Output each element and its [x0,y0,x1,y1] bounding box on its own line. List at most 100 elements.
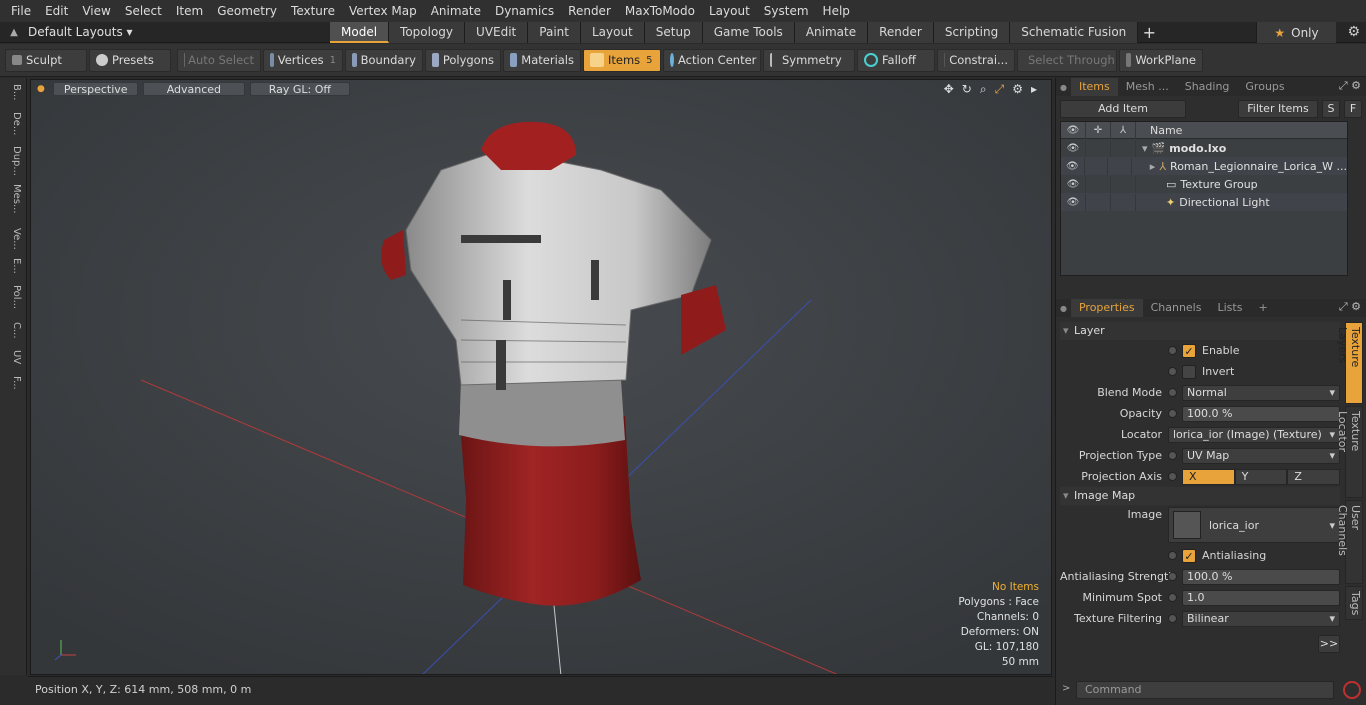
falloff-button[interactable]: Falloff [857,48,935,72]
side-tab-user-channels[interactable]: User Channels [1336,500,1363,584]
tree-row[interactable]: 👁 ✦ Directional Light [1061,193,1347,211]
eye-icon[interactable]: 👁 [1061,157,1085,175]
side-tab-tags[interactable]: Tags [1345,586,1363,620]
raygl-button[interactable]: Ray GL: Off [249,82,350,96]
f-button[interactable]: F [1344,100,1362,118]
s-button[interactable]: S [1322,100,1340,118]
tab-render[interactable]: Render [868,21,934,43]
left-tab-edge[interactable]: E... [4,258,22,274]
tab-groups[interactable]: Groups [1237,78,1292,96]
tab-lists[interactable]: Lists [1209,299,1250,317]
record-icon[interactable] [1343,681,1361,699]
menu-texture[interactable]: Texture [284,0,342,22]
default-layouts-dropdown[interactable]: Default Layouts ▾ [28,25,133,39]
opacity-field[interactable]: 100.0 % [1182,405,1340,422]
panel-gear-icon[interactable]: ⤢ ⚙ [1339,300,1361,314]
filter-items-button[interactable]: Filter Items [1238,100,1318,118]
image-map-section[interactable]: Image Map [1060,487,1340,505]
axis-y-button[interactable]: Y [1234,468,1288,485]
menu-vertex-map[interactable]: Vertex Map [342,0,424,22]
menu-item[interactable]: Item [169,0,210,22]
min-spot-field[interactable]: 1.0 [1182,589,1340,606]
expand-icon[interactable]: ▾ [1142,142,1148,155]
tab-channels[interactable]: Channels [1143,299,1210,317]
left-tab-mesh-edit[interactable]: Mes... [4,184,22,214]
tab-scripting[interactable]: Scripting [933,21,1011,43]
tab-shading[interactable]: Shading [1177,78,1238,96]
left-tab-curve[interactable]: C... [4,322,22,339]
perspective-button[interactable]: Perspective [52,82,138,96]
tab-schematic-fusion[interactable]: Schematic Fusion [1010,21,1139,43]
sculpt-button[interactable]: Sculpt [5,48,87,72]
left-tab-duplicate[interactable]: Dup... [4,146,22,176]
tab-model[interactable]: Model [330,21,390,43]
symmetry-button[interactable]: Symmetry [763,48,855,72]
items-button[interactable]: Items 5 [583,48,661,72]
boundary-button[interactable]: Boundary [345,48,423,72]
side-tab-texture-locator[interactable]: Texture Locator [1336,406,1363,498]
menu-layout[interactable]: Layout [702,0,757,22]
auto-select-button[interactable]: Auto Select [177,48,261,72]
constraints-button[interactable]: Constrai... [937,48,1015,72]
command-input[interactable]: Command [1076,681,1334,699]
workplane-button[interactable]: WorkPlane [1119,48,1203,72]
enable-checkbox[interactable]: ✓ [1182,343,1196,358]
left-tab-basic[interactable]: B... [4,84,22,100]
left-tab-vertex[interactable]: Ve... [4,228,22,250]
tree-row[interactable]: 👁 ▭ Texture Group [1061,175,1347,193]
menu-animate[interactable]: Animate [424,0,488,22]
collapse-arrow-icon[interactable]: ▲ [0,27,28,38]
tab-game-tools[interactable]: Game Tools [702,21,795,43]
move-view-icon[interactable]: ✥ [944,82,954,97]
more-button[interactable]: >> [1318,634,1340,653]
tab-uvedit[interactable]: UVEdit [465,21,529,43]
menu-file[interactable]: File [4,0,38,22]
tab-animate[interactable]: Animate [794,21,869,43]
collapse-icon[interactable]: ▸ [1150,160,1156,173]
tab-layout[interactable]: Layout [580,21,645,43]
rotate-view-icon[interactable]: ↻ [962,82,972,97]
axis-z-button[interactable]: Z [1287,468,1341,485]
only-toggle[interactable]: ★ Only [1256,22,1336,43]
invert-checkbox[interactable] [1182,364,1196,379]
zoom-view-icon[interactable]: ⌕ [980,82,987,97]
left-tab-deform[interactable]: De... [4,112,22,135]
blend-mode-select[interactable]: Normal [1182,384,1340,401]
tab-mesh[interactable]: Mesh ... [1118,78,1177,96]
panel-gear-icon[interactable]: ⤢ ⚙ [1339,79,1361,93]
axis-x-button[interactable]: X [1182,468,1235,485]
polygons-button[interactable]: Polygons [425,48,501,72]
vertices-button[interactable]: Vertices 1 [263,48,343,72]
menu-select[interactable]: Select [118,0,169,22]
left-tab-uv[interactable]: UV [4,350,22,364]
locator-select[interactable]: lorica_ior (Image) (Texture) [1168,426,1340,443]
menu-system[interactable]: System [757,0,816,22]
presets-button[interactable]: Presets [89,48,171,72]
select-through-button[interactable]: Select Through [1017,48,1117,72]
menu-edit[interactable]: Edit [38,0,75,22]
eye-icon[interactable]: 👁 [1061,175,1086,193]
menu-render[interactable]: Render [561,0,618,22]
advanced-button[interactable]: Advanced [142,82,245,96]
add-tab-icon[interactable]: + [1250,299,1275,317]
tree-row[interactable]: 👁 ▾ 🎬 modo.lxo [1061,139,1347,157]
tab-setup[interactable]: Setup [644,21,703,43]
tab-paint[interactable]: Paint [528,21,581,43]
menu-geometry[interactable]: Geometry [210,0,284,22]
left-tab-polygon[interactable]: Pol... [4,285,22,309]
3d-viewport[interactable]: ● Perspective Advanced Ray GL: Off ✥ ↻ ⌕… [30,79,1052,675]
add-tab-button[interactable]: + [1138,22,1160,43]
left-tab-fusion[interactable]: F... [4,376,22,390]
tree-row[interactable]: 👁 ▸ ⅄ Roman_Legionnaire_Lorica_W ... [1061,157,1347,175]
tab-items[interactable]: Items [1070,78,1118,96]
menu-view[interactable]: View [75,0,117,22]
side-tab-texture-layers[interactable]: Texture Layers [1336,322,1363,404]
menu-maxtomodo[interactable]: MaxToModo [618,0,702,22]
viewport-gear-icon[interactable]: ⚙ [1012,82,1023,97]
fit-view-icon[interactable]: ⤢ [995,82,1005,97]
layer-section[interactable]: Layer [1060,322,1340,340]
projection-type-select[interactable]: UV Map [1182,447,1340,464]
tab-properties[interactable]: Properties [1070,299,1143,317]
eye-icon[interactable]: 👁 [1061,193,1086,211]
action-center-button[interactable]: Action Center [663,48,761,72]
